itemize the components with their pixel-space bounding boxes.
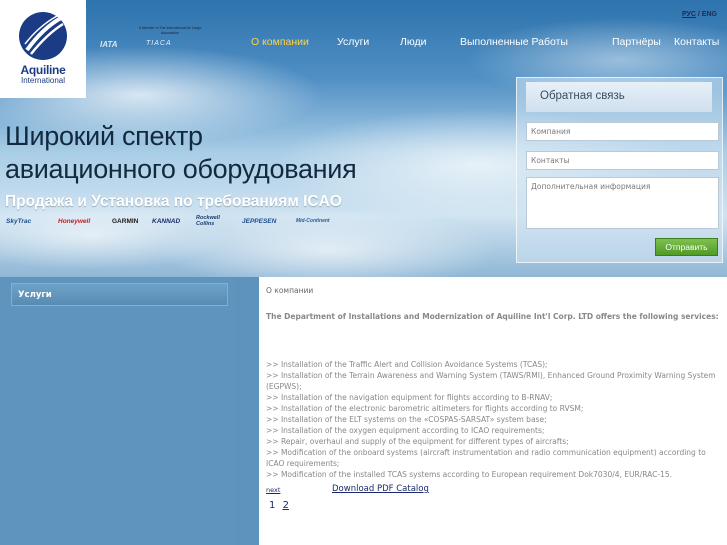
download-pdf-link[interactable]: Download PDF Catalog: [332, 484, 429, 494]
association-note: A Member of The International Air Cargo …: [138, 26, 202, 35]
brand-rockwell-logo: Rockwell Collins: [196, 215, 220, 227]
hero-title-line2: авиационного оборудования: [5, 154, 357, 184]
contacts-field[interactable]: Контакты: [526, 151, 719, 170]
hero-title-line1: Широкий спектр: [5, 121, 203, 151]
service-item: >> Modification of the onboard systems (…: [266, 448, 706, 468]
lang-ru-link[interactable]: РУС: [682, 11, 696, 18]
language-switcher: РУС / ENG: [682, 11, 717, 18]
hero-subtitle: Продажа и Установка по требованиям ICAO: [5, 193, 342, 210]
additional-info-field[interactable]: Дополнительная информация: [526, 177, 719, 229]
brand-jeppesen-logo: JEPPESEN: [242, 218, 277, 225]
feedback-form-title: Обратная связь: [526, 82, 712, 112]
brand-garmin-logo: GARMIN: [112, 218, 139, 225]
main-content: О компании The Department of Installatio…: [259, 277, 727, 545]
header-banner: Aquiline International A Member of The I…: [0, 0, 727, 277]
page-1: 1: [269, 500, 276, 511]
service-item: >> Installation of the Traffic Alert and…: [266, 360, 548, 369]
services-list: >> Installation of the Traffic Alert and…: [266, 359, 721, 480]
sidebar-heading-services[interactable]: Услуги: [11, 283, 228, 306]
brand-kannad-logo: KANNAD: [152, 218, 181, 225]
service-item: >> Installation of the electronic barome…: [266, 404, 584, 413]
nav-services[interactable]: Услуги: [337, 36, 369, 48]
service-item: >> Modification of the installed TCAS sy…: [266, 470, 673, 479]
lang-en-link[interactable]: ENG: [702, 11, 717, 18]
intro-text: The Department of Installations and Mode…: [266, 312, 719, 321]
nav-completed-works[interactable]: Выполненные Работы: [460, 36, 568, 48]
nav-people[interactable]: Люди: [400, 36, 427, 48]
send-button[interactable]: Отправить: [655, 238, 718, 256]
company-field[interactable]: Компания: [526, 122, 719, 141]
lang-separator: /: [697, 11, 700, 18]
feedback-form: Обратная связь Компания Контакты Дополни…: [516, 77, 723, 263]
logo-subtitle: International: [20, 76, 66, 85]
service-item: >> Installation of the ELT systems on th…: [266, 415, 547, 424]
hero-title: Широкий спектр авиационного оборудования: [5, 120, 357, 186]
brand-skytrac-logo: SkyTrac: [6, 218, 32, 225]
pagination: 1 2: [269, 500, 293, 511]
service-item: >> Installation of the navigation equipm…: [266, 393, 553, 402]
sidebar: Услуги: [0, 277, 235, 545]
nav-contacts[interactable]: Контакты: [674, 36, 719, 48]
logo-name: Aquiline: [20, 63, 66, 77]
service-item: >> Installation of the Terrain Awareness…: [266, 371, 716, 391]
next-link[interactable]: next: [266, 486, 280, 494]
page-2-link[interactable]: 2: [283, 500, 289, 511]
breadcrumb: О компании: [266, 286, 314, 295]
service-item: >> Installation of the oxygen equipment …: [266, 426, 545, 435]
main-nav: О компании Услуги Люди Выполненные Работ…: [0, 36, 727, 50]
nav-about[interactable]: О компании: [251, 36, 309, 48]
service-item: >> Repair, overhaul and supply of the eq…: [266, 437, 569, 446]
brand-midcontinent-logo: Mid-Continent: [296, 218, 330, 224]
brand-logos: SkyTrac Honeywell GARMIN KANNAD Rockwell…: [6, 215, 336, 230]
brand-honeywell-logo: Honeywell: [58, 218, 91, 225]
nav-partners[interactable]: Партнёры: [612, 36, 661, 48]
